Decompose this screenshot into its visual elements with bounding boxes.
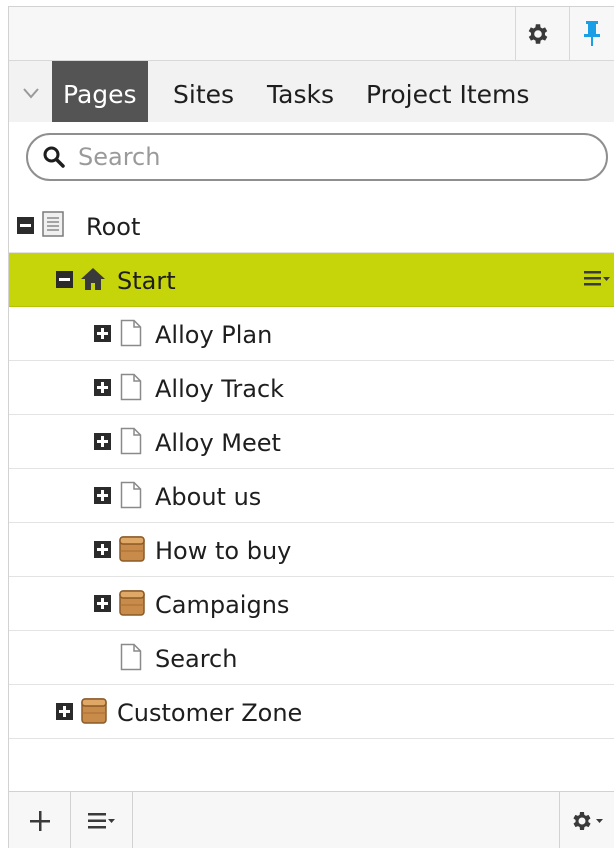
tab-sites[interactable]: Sites	[173, 61, 234, 122]
tree-node-about-us[interactable]: About us	[9, 469, 614, 523]
expand-toggle[interactable]	[94, 325, 111, 342]
search-icon	[43, 146, 65, 168]
home-icon	[81, 268, 105, 290]
expand-toggle[interactable]	[94, 595, 111, 612]
tree-node-label: How to buy	[155, 537, 292, 565]
tab-project-items[interactable]: Project Items	[366, 61, 529, 122]
page-icon	[120, 373, 142, 401]
tree-node-label: Alloy Meet	[155, 429, 281, 457]
tree-node-label: Root	[86, 213, 141, 241]
tree-node-label: Start	[117, 267, 176, 295]
expand-toggle[interactable]	[94, 433, 111, 450]
tree-node-label: About us	[155, 483, 262, 511]
tab-pages[interactable]: Pages	[52, 61, 148, 122]
page-icon	[120, 643, 142, 671]
tree-node-alloy-meet[interactable]: Alloy Meet	[9, 415, 614, 469]
container-icon	[119, 590, 145, 616]
expand-toggle[interactable]	[94, 487, 111, 504]
pin-icon	[583, 21, 600, 46]
tree-node-label: Alloy Track	[155, 375, 285, 403]
chevron-down-icon[interactable]	[21, 83, 41, 103]
tree-node-label: Customer Zone	[117, 699, 303, 727]
tree-node-label: Alloy Plan	[155, 321, 273, 349]
pane-toolbar	[9, 7, 614, 61]
tree-node-alloy-track[interactable]: Alloy Track	[9, 361, 614, 415]
page-icon	[120, 319, 142, 347]
menu-icon	[87, 813, 115, 829]
tree-node-how-to-buy[interactable]: How to buy	[9, 523, 614, 577]
container-icon	[81, 698, 107, 724]
options-button[interactable]	[559, 792, 614, 848]
tree-node-alloy-plan[interactable]: Alloy Plan	[9, 307, 614, 361]
gear-dropdown-icon	[572, 812, 603, 830]
navigation-pane: Pages Sites Tasks Project Items Root	[8, 6, 614, 848]
expand-toggle[interactable]	[56, 703, 73, 720]
plus-icon	[29, 811, 50, 831]
gear-icon	[528, 24, 547, 44]
tree-node-customer-zone[interactable]: Customer Zone	[9, 685, 614, 739]
add-button[interactable]	[9, 792, 71, 848]
page-icon	[120, 427, 142, 455]
pane-bottom-toolbar	[9, 791, 614, 848]
search-box	[26, 133, 608, 181]
root-page-icon	[42, 211, 64, 237]
tree-node-label: Search	[155, 645, 238, 673]
settings-button[interactable]	[515, 7, 559, 61]
tree-node-label: Campaigns	[155, 591, 290, 619]
page-icon	[120, 481, 142, 509]
tree-node-search[interactable]: Search	[9, 631, 614, 685]
search-input[interactable]	[78, 139, 598, 175]
menu-button[interactable]	[71, 792, 133, 848]
collapse-toggle[interactable]	[56, 271, 73, 288]
expand-toggle[interactable]	[94, 541, 111, 558]
collapse-toggle[interactable]	[17, 217, 34, 234]
container-icon	[119, 536, 145, 562]
context-menu-icon[interactable]	[583, 267, 611, 291]
tab-strip: Pages Sites Tasks Project Items	[9, 61, 614, 122]
pin-button[interactable]	[569, 7, 613, 61]
tree-node-root[interactable]: Root	[9, 199, 614, 253]
tree-node-campaigns[interactable]: Campaigns	[9, 577, 614, 631]
expand-toggle[interactable]	[94, 379, 111, 396]
tab-tasks[interactable]: Tasks	[267, 61, 334, 122]
tree-node-start[interactable]: Start	[9, 253, 614, 307]
